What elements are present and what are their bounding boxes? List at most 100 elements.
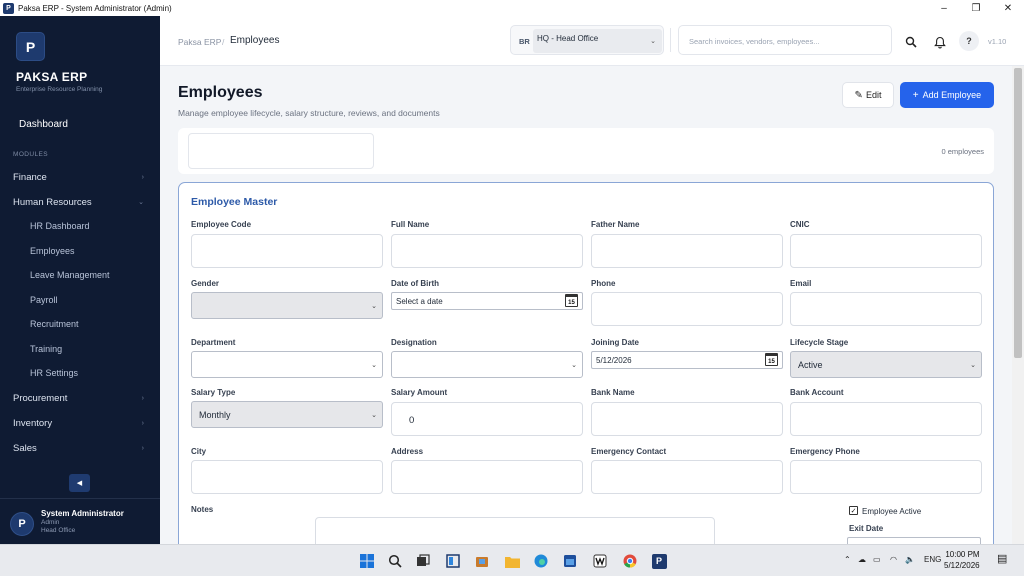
bank-account-field[interactable] bbox=[790, 402, 982, 436]
emergency-phone-field[interactable] bbox=[790, 460, 982, 494]
volume-icon[interactable]: 🔈 bbox=[905, 555, 915, 564]
brand-name: PAKSA ERP bbox=[16, 70, 88, 84]
help-button[interactable]: ? bbox=[959, 31, 979, 51]
chrome-icon[interactable] bbox=[620, 551, 640, 571]
sidebar-item-label: Procurement bbox=[13, 392, 68, 404]
emergency-contact-field[interactable] bbox=[591, 460, 783, 494]
calendar-icon[interactable]: 15 bbox=[765, 353, 778, 366]
search-input[interactable]: Search invoices, vendors, employees... bbox=[678, 25, 892, 55]
sidebar-item-label: Inventory bbox=[13, 417, 53, 429]
emergency-contact-label: Emergency Contact bbox=[591, 447, 667, 456]
start-icon[interactable] bbox=[357, 551, 377, 571]
salary-type-select[interactable]: Monthly ⌄ bbox=[191, 401, 383, 428]
avatar[interactable]: P bbox=[10, 512, 34, 536]
calendar-icon[interactable]: 15 bbox=[565, 294, 578, 307]
city-label: City bbox=[191, 447, 207, 456]
lifecycle-stage-value: Active bbox=[798, 360, 823, 370]
branch-selector: BR HQ - Head Office ⌄ bbox=[510, 25, 664, 55]
branch-select[interactable]: HQ - Head Office ⌄ bbox=[533, 29, 662, 53]
window-title: Paksa ERP - System Administrator (Admin) bbox=[18, 3, 172, 13]
sidebar-item-procurement[interactable]: Procurement › bbox=[0, 386, 160, 410]
scrollbar-thumb[interactable] bbox=[1014, 68, 1022, 358]
notes-field[interactable] bbox=[315, 517, 715, 544]
salary-amount-field[interactable]: 0 bbox=[391, 402, 583, 436]
brand-logo[interactable]: P bbox=[16, 32, 45, 61]
clock-date: 5/12/2026 bbox=[944, 561, 980, 570]
edge-icon[interactable] bbox=[531, 551, 551, 571]
address-field[interactable] bbox=[391, 460, 583, 494]
chevron-down-icon: ⌄ bbox=[970, 362, 976, 369]
maximize-button[interactable]: ❐ bbox=[960, 0, 992, 16]
notification-icon[interactable]: ▤ bbox=[997, 552, 1007, 565]
add-employee-label: Add Employee bbox=[922, 90, 982, 100]
clock[interactable]: 10:00 PM 5/12/2026 bbox=[944, 549, 980, 571]
breadcrumb-root[interactable]: Paksa ERP bbox=[178, 37, 221, 47]
search-icon[interactable] bbox=[385, 551, 405, 571]
phone-field[interactable] bbox=[591, 292, 783, 326]
lifecycle-stage-label: Lifecycle Stage bbox=[790, 338, 849, 347]
sidebar-item-employees[interactable]: Employees bbox=[0, 239, 160, 263]
department-select[interactable]: ⌄ bbox=[191, 351, 383, 378]
close-window-button[interactable]: ✕ bbox=[992, 0, 1024, 16]
chevron-right-icon: › bbox=[141, 394, 144, 402]
battery-icon[interactable]: ▭ bbox=[873, 555, 881, 564]
cloud-icon[interactable]: ☁ bbox=[858, 555, 866, 564]
bank-name-field[interactable] bbox=[591, 402, 783, 436]
sidebar-item-leave-management[interactable]: Leave Management bbox=[0, 263, 160, 287]
language-indicator[interactable]: ENG bbox=[924, 555, 941, 564]
salary-amount-label: Salary Amount bbox=[391, 388, 448, 397]
task-view-icon[interactable] bbox=[413, 551, 433, 571]
address-label: Address bbox=[391, 447, 424, 456]
wifi-icon[interactable]: ◠ bbox=[890, 555, 897, 564]
sidebar-item-hr-settings[interactable]: HR Settings bbox=[0, 361, 160, 385]
full-name-field[interactable] bbox=[391, 234, 583, 268]
chevron-right-icon: › bbox=[141, 173, 144, 181]
bell-icon[interactable] bbox=[930, 32, 950, 52]
widgets-icon[interactable] bbox=[443, 551, 463, 571]
email-label: Email bbox=[790, 279, 812, 288]
sidebar-item-label: Sales bbox=[13, 442, 37, 454]
gender-select[interactable]: ⌄ bbox=[191, 292, 383, 319]
city-field[interactable] bbox=[191, 460, 383, 494]
calendar-app-icon[interactable] bbox=[560, 551, 580, 571]
filter-input[interactable] bbox=[188, 133, 374, 169]
search-icon[interactable] bbox=[901, 32, 921, 52]
edit-button-label: Edit bbox=[865, 90, 882, 100]
sidebar-item-finance[interactable]: Finance › bbox=[0, 165, 160, 189]
dob-field[interactable]: Select a date 15 bbox=[391, 292, 583, 310]
bank-account-label: Bank Account bbox=[790, 388, 844, 397]
salary-type-label: Salary Type bbox=[191, 388, 236, 397]
sidebar-item-human-resources[interactable]: Human Resources ⌄ bbox=[0, 190, 160, 214]
joining-date-field[interactable]: 5/12/2026 15 bbox=[591, 351, 783, 369]
collapse-sidebar-button[interactable]: ◀ bbox=[69, 474, 90, 492]
sidebar-item-inventory[interactable]: Inventory › bbox=[0, 411, 160, 435]
paksa-erp-taskbar-icon[interactable]: P bbox=[649, 551, 669, 571]
sidebar-item-dashboard[interactable]: Dashboard bbox=[19, 119, 68, 130]
sidebar-item-sales[interactable]: Sales › bbox=[0, 436, 160, 460]
store-icon[interactable] bbox=[472, 551, 492, 571]
exit-date-field[interactable] bbox=[847, 537, 981, 544]
lifecycle-stage-select[interactable]: Active ⌄ bbox=[790, 351, 982, 378]
chevron-down-icon: ⌄ bbox=[138, 199, 144, 206]
page-scrollbar[interactable] bbox=[1012, 66, 1024, 544]
divider bbox=[670, 28, 671, 52]
chevron-up-icon[interactable]: ⌃ bbox=[844, 555, 851, 564]
employee-code-field[interactable] bbox=[191, 234, 383, 268]
father-name-field[interactable] bbox=[591, 234, 783, 268]
edit-button[interactable]: ✎ Edit bbox=[842, 82, 894, 108]
designation-select[interactable]: ⌄ bbox=[391, 351, 583, 378]
email-field[interactable] bbox=[790, 292, 982, 326]
cnic-field[interactable] bbox=[790, 234, 982, 268]
word-app-icon[interactable] bbox=[590, 551, 610, 571]
sidebar-item-hr-dashboard[interactable]: HR Dashboard bbox=[0, 214, 160, 238]
employee-master-form: Employee Master Employee Code Full Name … bbox=[178, 182, 994, 544]
file-explorer-icon[interactable] bbox=[502, 551, 522, 571]
minimize-button[interactable]: – bbox=[928, 0, 960, 16]
sidebar-item-training[interactable]: Training bbox=[0, 337, 160, 361]
sidebar-item-recruitment[interactable]: Recruitment bbox=[0, 312, 160, 336]
employee-code-label: Employee Code bbox=[191, 220, 252, 229]
designation-label: Designation bbox=[391, 338, 437, 347]
sidebar-item-payroll[interactable]: Payroll bbox=[0, 288, 160, 312]
add-employee-button[interactable]: + Add Employee bbox=[900, 82, 994, 108]
employee-active-checkbox[interactable]: ✓ bbox=[849, 506, 858, 515]
